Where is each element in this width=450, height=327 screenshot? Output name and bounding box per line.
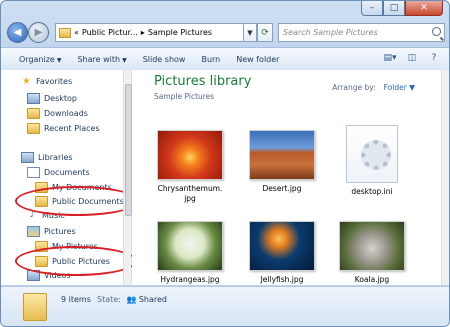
navigation-pane: ★ Favorites Desktop Downloads Recent Plac… xyxy=(1,70,139,285)
sidebar-item-desktop[interactable]: Desktop xyxy=(27,93,77,104)
sidebar-item-recent-places[interactable]: Recent Places xyxy=(27,123,100,134)
highlight-ellipse-public-pictures xyxy=(15,246,137,276)
search-placeholder: Search Sample Pictures xyxy=(283,28,378,37)
arrange-by: Arrange by: Folder ▼ xyxy=(332,83,415,92)
burn-button[interactable]: Burn xyxy=(201,55,220,64)
shared-users-icon: 👥 xyxy=(126,295,137,304)
arrange-label: Arrange by: xyxy=(332,83,376,92)
content-pane: Pictures library Sample Pictures Arrange… xyxy=(132,70,449,285)
library-subtitle: Sample Pictures xyxy=(154,92,215,101)
file-label: desktop.ini xyxy=(351,187,393,196)
file-label: Hydrangeas.jpg xyxy=(160,275,220,284)
forward-button[interactable]: ▶ xyxy=(28,22,49,43)
caption-buttons: – □ ✕ xyxy=(361,1,443,17)
address-bar[interactable]: « Public Pictur... ▸ Sample Pictures xyxy=(55,23,257,42)
share-with-arrow-icon: ▼ xyxy=(122,56,127,64)
sidebar-item-libraries[interactable]: Libraries xyxy=(21,152,73,163)
share-with-label: Share with xyxy=(77,54,121,64)
jellyfish-thumbnail xyxy=(249,221,315,271)
change-view-icon[interactable]: ▤▾ xyxy=(383,52,397,64)
new-folder-button[interactable]: New folder xyxy=(236,55,279,64)
file-item[interactable]: Jellyfish.jpg xyxy=(242,221,322,285)
desktop-icon xyxy=(27,93,40,104)
help-icon[interactable]: ? xyxy=(427,52,441,64)
item-count: 9 items xyxy=(61,295,91,304)
file-item[interactable]: Hydrangeas.jpg xyxy=(150,221,230,285)
highlight-ellipse-public-documents xyxy=(15,186,139,216)
file-label: Desert.jpg xyxy=(262,184,302,193)
sidebar-scrollbar[interactable] xyxy=(123,70,132,285)
sidebar-item-documents[interactable]: Documents xyxy=(27,167,90,178)
sidebar-item-favorites[interactable]: ★ Favorites xyxy=(21,76,73,87)
sidebar-item-pictures[interactable]: Pictures xyxy=(27,226,76,237)
file-label: Koala.jpg xyxy=(354,275,390,284)
file-item[interactable]: desktop.ini xyxy=(332,125,412,197)
file-label: Jellyfish.jpg xyxy=(260,275,304,284)
recent-places-label: Recent Places xyxy=(44,124,100,133)
documents-label: Documents xyxy=(44,168,90,177)
breadcrumb-public-pictures[interactable]: Public Pictur... xyxy=(82,28,138,37)
pictures-label: Pictures xyxy=(44,227,76,236)
recent-places-icon xyxy=(27,123,40,134)
state-value: Shared xyxy=(138,295,168,304)
minimize-button[interactable]: – xyxy=(361,1,383,16)
ini-file-icon xyxy=(346,125,398,183)
back-button[interactable]: ◀ xyxy=(7,22,28,43)
libraries-icon xyxy=(21,152,34,163)
desktop-label: Desktop xyxy=(44,94,77,103)
sidebar-scrollbar-thumb[interactable] xyxy=(125,84,132,216)
details-pane: 9 items State: 👥 Shared xyxy=(1,286,449,326)
search-icon[interactable] xyxy=(432,27,441,36)
downloads-label: Downloads xyxy=(44,109,88,118)
favorites-label: Favorites xyxy=(36,77,73,86)
slide-show-button[interactable]: Slide show xyxy=(143,55,186,64)
file-item[interactable]: Desert.jpg xyxy=(242,130,322,194)
toolbar-right: ▤▾ ◫ ? xyxy=(375,52,441,64)
documents-icon xyxy=(27,167,40,178)
refresh-icon[interactable]: ⟳ xyxy=(257,23,273,42)
maximize-button[interactable]: □ xyxy=(383,1,405,16)
gear-icon xyxy=(361,140,391,170)
downloads-icon xyxy=(27,108,40,119)
file-item[interactable]: Chrysanthemum. jpg xyxy=(150,130,230,204)
breadcrumb-separator[interactable]: ▸ xyxy=(141,28,145,37)
breadcrumb-sample-pictures[interactable]: Sample Pictures xyxy=(148,28,212,37)
koala-thumbnail xyxy=(339,221,405,271)
command-bar: Organize ▼ Share with ▼ Slide show Burn Ne… xyxy=(1,47,449,71)
chrysanthemum-thumbnail xyxy=(157,130,223,180)
star-icon: ★ xyxy=(22,76,31,87)
share-state: State: 👥 Shared xyxy=(97,295,167,304)
state-label: State: xyxy=(97,295,121,304)
libraries-label: Libraries xyxy=(38,153,73,162)
file-name-ext: jpg xyxy=(184,194,196,203)
folder-icon xyxy=(23,293,47,321)
content-scrollbar[interactable] xyxy=(441,70,449,285)
organize-arrow-icon: ▼ xyxy=(56,56,62,64)
address-dropdown[interactable]: ▼ xyxy=(243,23,257,42)
organize-button[interactable]: Organize ▼ xyxy=(19,55,61,64)
close-button[interactable]: ✕ xyxy=(405,1,443,16)
file-name: Chrysanthemum. xyxy=(157,184,223,193)
explorer-window: – □ ✕ ◀ ▶ « Public Pictur... ▸ Sample Pi… xyxy=(0,0,450,327)
pictures-icon xyxy=(27,226,40,237)
library-title: Pictures library xyxy=(154,74,252,89)
file-label: Chrysanthemum. jpg xyxy=(150,184,230,204)
search-input[interactable]: Search Sample Pictures xyxy=(278,23,445,42)
sidebar-item-downloads[interactable]: Downloads xyxy=(27,108,88,119)
share-with-button[interactable]: Share with ▼ xyxy=(77,55,126,64)
address-row: ◀ ▶ « Public Pictur... ▸ Sample Pictures… xyxy=(5,21,445,43)
hydrangeas-thumbnail xyxy=(157,221,223,271)
file-item[interactable]: Koala.jpg xyxy=(332,221,412,285)
arrange-folder-dropdown[interactable]: Folder ▼ xyxy=(384,83,415,92)
preview-pane-icon[interactable]: ◫ xyxy=(405,52,419,64)
organize-label: Organize xyxy=(19,54,55,64)
breadcrumb-overflow[interactable]: « xyxy=(74,28,79,37)
folder-icon xyxy=(59,27,71,38)
desert-thumbnail xyxy=(249,130,315,180)
